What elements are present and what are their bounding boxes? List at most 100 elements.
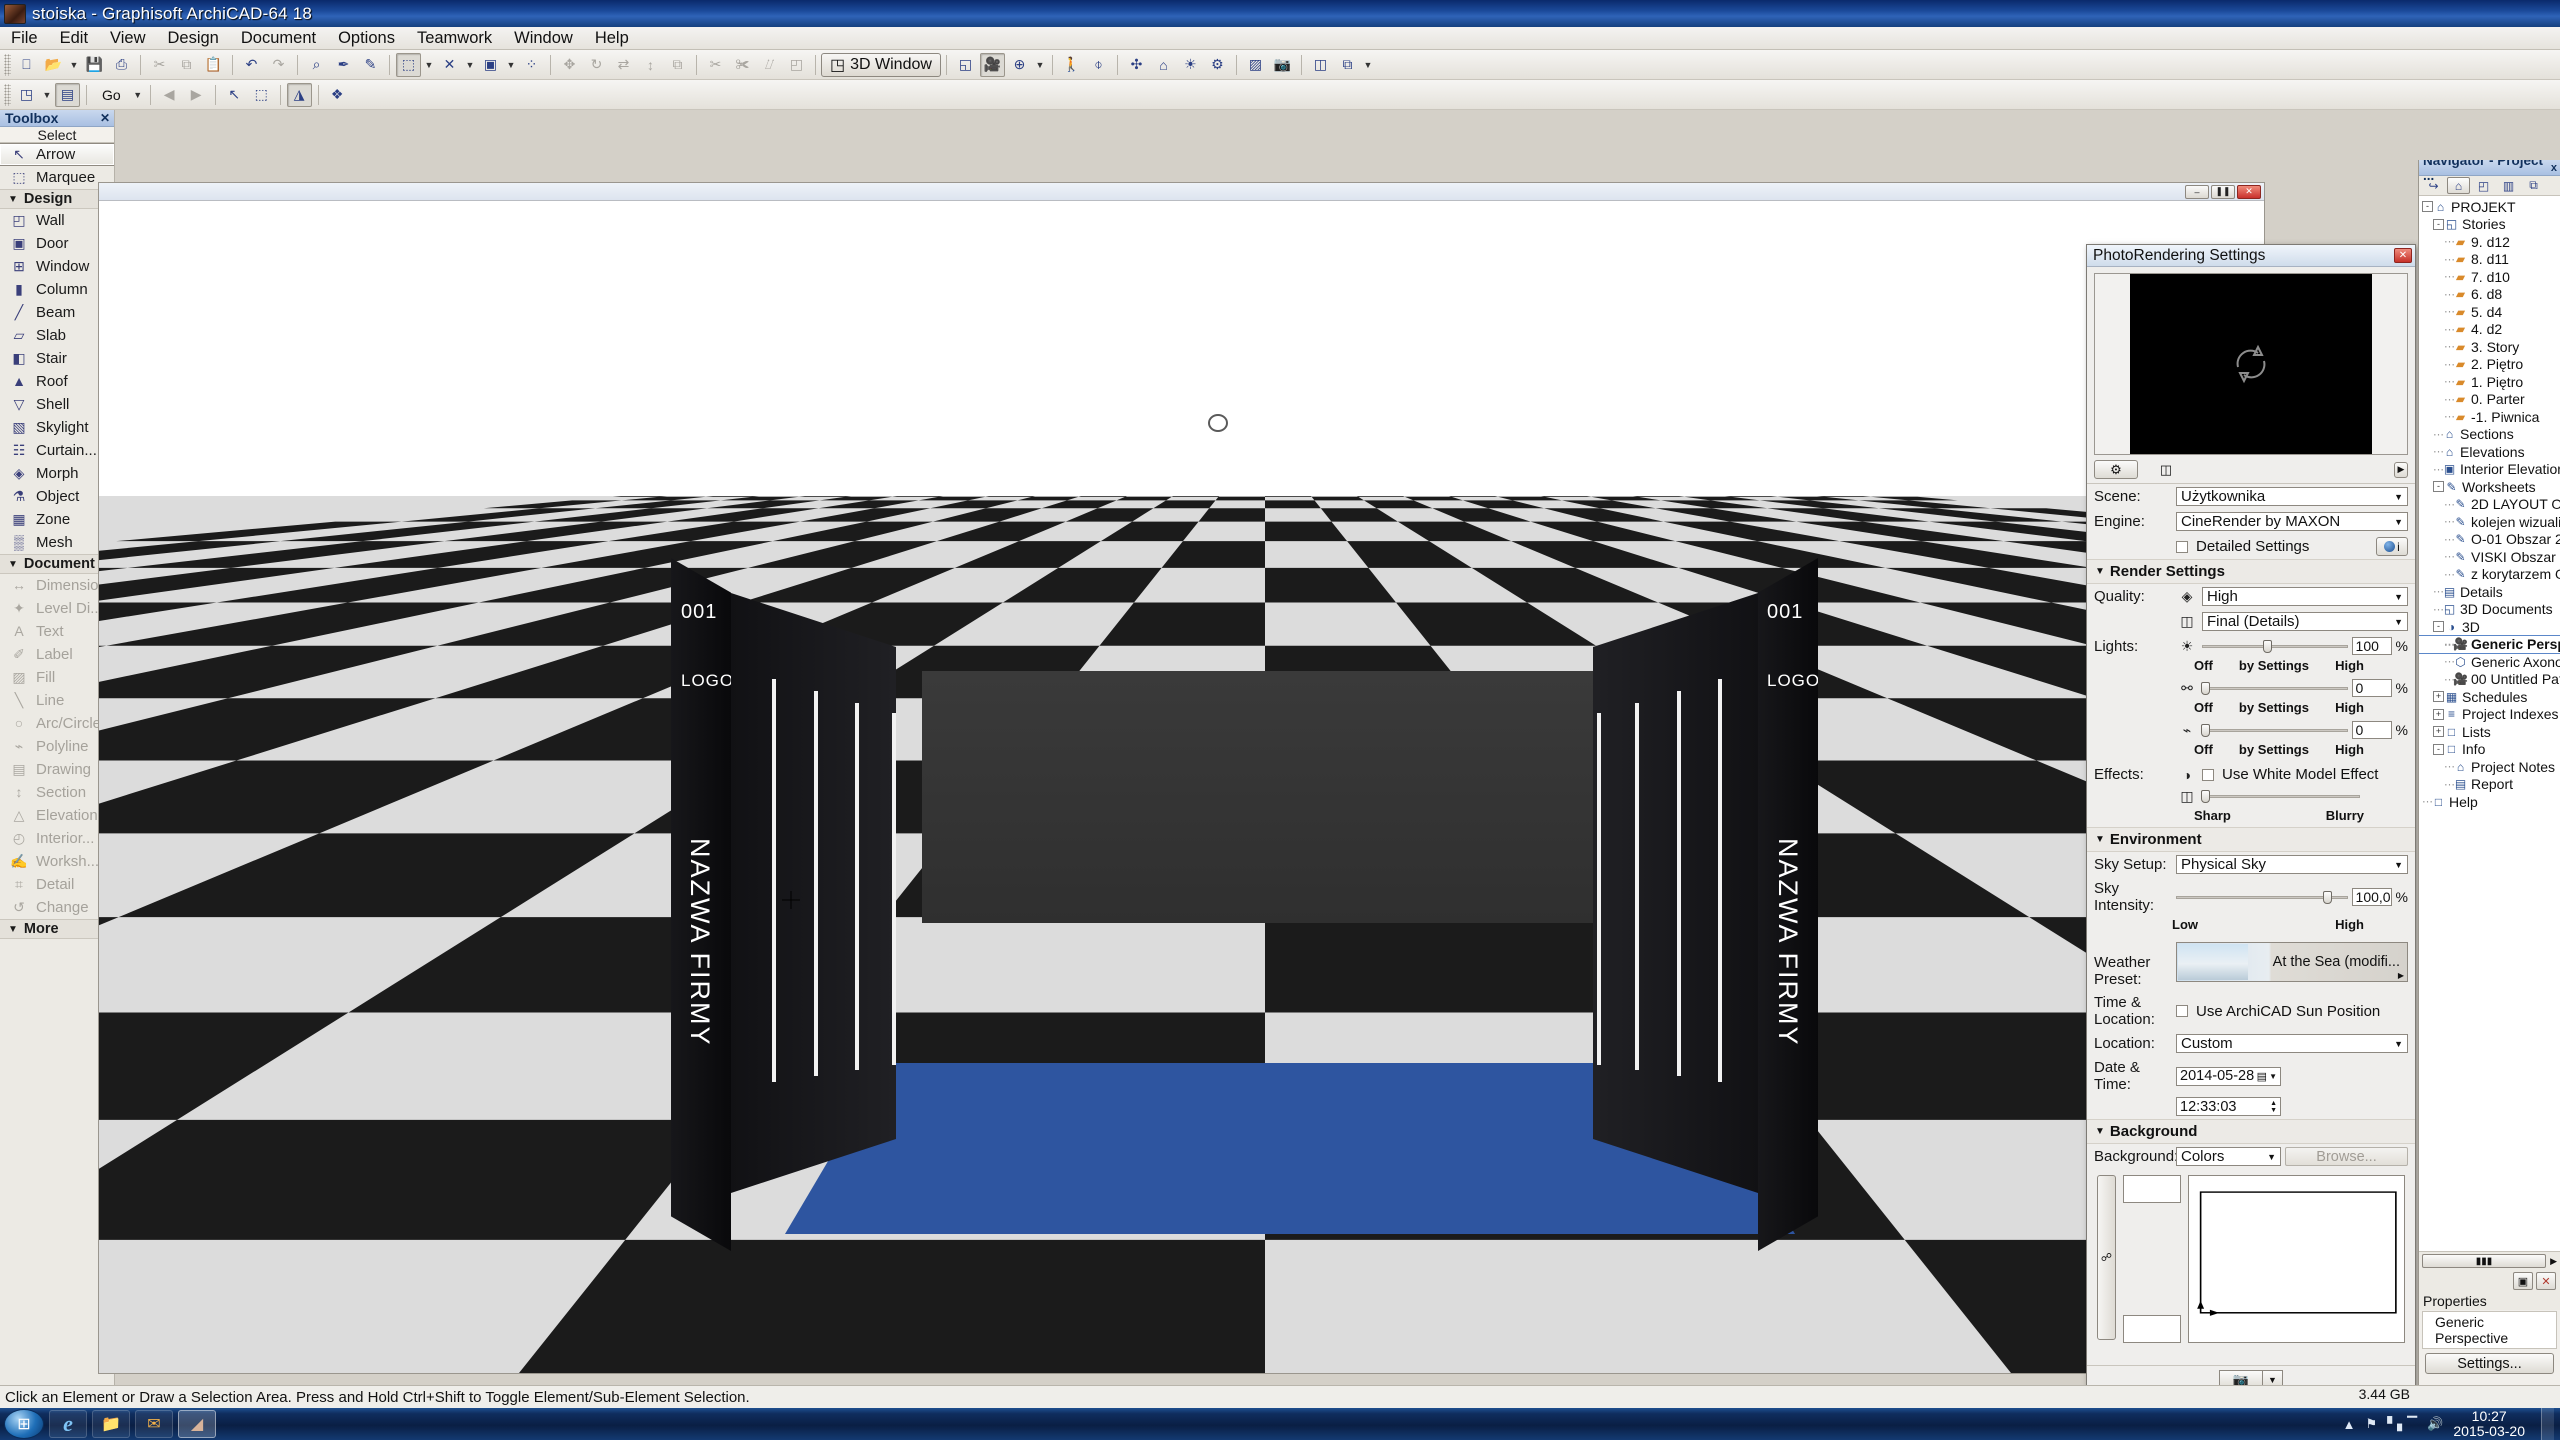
ground-color-swatch[interactable] — [2123, 1315, 2181, 1343]
slider-knob[interactable] — [2201, 790, 2211, 803]
close-icon[interactable]: ✕ — [100, 111, 110, 125]
redo[interactable]: ↷ — [266, 53, 291, 77]
tree-item-kolejen-wizualiza[interactable]: ⋯✎ kolejen wizualiza — [2419, 513, 2560, 531]
light-row-2[interactable]: ⌁ 0% — [2087, 718, 2415, 742]
minimize-window-button[interactable]: – — [2185, 184, 2209, 199]
detailed-settings-checkbox[interactable] — [2176, 540, 2188, 553]
publish-dropdown[interactable]: ▼ — [1361, 53, 1375, 77]
render-settings[interactable]: ▨ — [1243, 53, 1268, 77]
tree-item-interior-elevations[interactable]: ⋯▣ Interior Elevations — [2419, 461, 2560, 479]
snap-dropdown[interactable]: ▼ — [463, 53, 477, 77]
calendar-icon[interactable]: ▤ — [2257, 1070, 2267, 1083]
tool-wall[interactable]: ◰ Wall — [0, 209, 114, 232]
menu-item-file[interactable]: File — [0, 27, 49, 50]
light-value-0[interactable]: 100 — [2351, 637, 2392, 655]
expand-arrow-icon[interactable]: ▶ — [2398, 971, 2404, 980]
suspend-groups[interactable]: ⁘ — [519, 53, 544, 77]
menu-item-document[interactable]: Document — [230, 27, 327, 50]
chain-link-icon[interactable]: ☍ — [2097, 1175, 2116, 1340]
outlook-icon[interactable]: ✉ — [135, 1410, 173, 1438]
open-recent-dropdown[interactable]: ▼ — [67, 53, 81, 77]
save-document[interactable]: 💾 — [82, 53, 107, 77]
tree-item-6-d8[interactable]: ⋯ ▰ 6. d8 — [2419, 286, 2560, 304]
time-row[interactable]: 12:33:03 ▲ ▼ — [2087, 1096, 2415, 1119]
tree-item-details[interactable]: ⋯ ▤ Details — [2419, 583, 2560, 601]
publisher-sets-icon[interactable]: ⧉ — [2522, 177, 2545, 194]
taskbar-clock[interactable]: 10:27 2015-03-20 — [2453, 1409, 2525, 1439]
tree-item-help[interactable]: ⋯ □ Help — [2419, 793, 2560, 811]
tree-item-info[interactable]: - □ Info — [2419, 741, 2560, 759]
restore-window-button[interactable]: ❚❚ — [2211, 184, 2235, 199]
tool-door[interactable]: ▣ Door — [0, 232, 114, 255]
3d-cutaway[interactable]: ⌽ — [1086, 53, 1111, 77]
rotate-elements[interactable]: ↻ — [584, 53, 609, 77]
back-view[interactable]: ◀ — [157, 83, 182, 107]
sun-settings[interactable]: ☀ — [1178, 53, 1203, 77]
tree-item-generic-persp[interactable]: ⋯ 🎥 Generic Persp — [2419, 634, 2560, 654]
archicad-taskbar-icon[interactable]: ◢ — [178, 1410, 216, 1438]
navigator-project-tree[interactable]: - ⌂ PROJEKT - ◱ Stories ⋯ ▰ 9. d12 ⋯ ▰ 8. d11 ⋯ ▰ 7. d… — [2419, 196, 2560, 1251]
snap-points[interactable]: ✕ — [437, 53, 462, 77]
inject-parameters[interactable]: ✎ — [358, 53, 383, 77]
windows-taskbar[interactable]: ⊞ e 📁 ✉ ◢ ▲ ⚑ ▘▖▔ 🔊 10:27 2015-03-20 — [0, 1408, 2560, 1440]
sky-intensity-slider[interactable] — [2176, 890, 2348, 904]
system-tray[interactable]: ▲ ⚑ ▘▖▔ 🔊 10:27 2015-03-20 — [2343, 1408, 2560, 1440]
settings-tab[interactable]: ⚙ — [2094, 460, 2138, 479]
light-value-2[interactable]: 0 — [2351, 721, 2392, 739]
close-window-button[interactable]: ✕ — [2237, 184, 2261, 199]
tool-morph[interactable]: ◈ Morph — [0, 462, 114, 485]
tree-item-00-untitled-path[interactable]: ⋯🎥00 Untitled Path — [2419, 671, 2560, 689]
navigator-palette[interactable]: Navigator - Project ... x ↪ ⌂ ◰ ▥ ⧉ - ⌂ PROJEK… — [2418, 160, 2560, 1385]
tree-item-5-d4[interactable]: ⋯ ▰ 5. d4 — [2419, 303, 2560, 321]
tree-item-worksheets[interactable]: - ✎ Worksheets — [2419, 478, 2560, 496]
elevate-elements[interactable]: ↕ — [638, 53, 663, 77]
print-document[interactable]: ⎙ — [109, 53, 134, 77]
tool-slab[interactable]: ▱ Slab — [0, 324, 114, 347]
tree-item-report[interactable]: ⋯ ▤ Report — [2419, 776, 2560, 794]
menu-item-edit[interactable]: Edit — [49, 27, 99, 50]
tool-beam[interactable]: ╱ Beam — [0, 301, 114, 324]
paste[interactable]: 📋 — [201, 53, 226, 77]
tool-shell[interactable]: ▽ Shell — [0, 393, 114, 416]
marquee-tool[interactable]: ⬚ — [249, 83, 274, 107]
light-value-1[interactable]: 0 — [2351, 679, 2392, 697]
tree-item-project-indexes[interactable]: + ≡ Project Indexes — [2419, 706, 2560, 724]
tree-item-generic-axonom[interactable]: ⋯⬡ Generic Axonom — [2419, 653, 2560, 671]
pick-up-parameters[interactable]: ✒ — [331, 53, 356, 77]
menubar[interactable]: File Edit View Design Document Options Teamwor… — [0, 27, 2560, 50]
browse-button[interactable]: Browse... — [2285, 1147, 2408, 1166]
blur-row[interactable]: ◫ — [2087, 786, 2415, 808]
size-tab[interactable]: ◫ — [2144, 460, 2188, 479]
new-viewpoint-icon[interactable]: ▣ — [2513, 1272, 2533, 1290]
navigator-palette[interactable]: ◳ — [14, 83, 39, 107]
time-location-row[interactable]: Time & Location: Use ArchiCAD Sun Positi… — [2087, 991, 2415, 1031]
tree-item-sections[interactable]: ⋯ ⌂ Sections — [2419, 426, 2560, 444]
collapse-icon[interactable]: - — [2433, 218, 2444, 230]
quality-select[interactable]: High ▼ — [2202, 587, 2408, 606]
view-map[interactable]: ▤ — [55, 82, 80, 107]
close-icon[interactable]: ✕ — [2394, 248, 2412, 263]
tree-item-1-pi-tro[interactable]: ⋯ ▰ 1. Piętro — [2419, 373, 2560, 391]
copy[interactable]: ⧉ — [174, 53, 199, 77]
tree-item-7-d10[interactable]: ⋯ ▰ 7. d10 — [2419, 268, 2560, 286]
scene-select[interactable]: Użytkownika ▼ — [2176, 487, 2408, 506]
tool-zone[interactable]: ▦ Zone — [0, 508, 114, 531]
spinner-icon[interactable]: ▲ ▼ — [2270, 1100, 2277, 1114]
group-dropdown[interactable]: ▼ — [504, 53, 518, 77]
action-center-flag-icon[interactable]: ⚑ — [2366, 1416, 2378, 1432]
open-document[interactable]: 📂 — [41, 53, 66, 77]
tree-item-3d[interactable]: - ◑ 3D — [2419, 618, 2560, 636]
photorendering-tabrow[interactable]: ⚙ ◫ ▶ — [2087, 455, 2415, 484]
chevron-down-icon[interactable]: ▼ — [2269, 1072, 2277, 1081]
tree-item-projekt[interactable]: - ⌂ PROJEKT — [2419, 198, 2560, 216]
light-slider-1[interactable] — [2200, 681, 2348, 695]
navigator-toolbuttons[interactable]: ↪ ⌂ ◰ ▥ ⧉ — [2419, 176, 2560, 196]
sky-setup-row[interactable]: Sky Setup: Physical Sky ▼ — [2087, 852, 2415, 877]
tree-item-1-piwnica[interactable]: ⋯ ▰ -1. Piwnica — [2419, 408, 2560, 426]
view-map-icon[interactable]: ◰ — [2472, 177, 2495, 194]
background-color-area[interactable]: ☍ — [2087, 1169, 2415, 1349]
slider-knob[interactable] — [2200, 681, 2210, 695]
3d-window-button[interactable]: ◳ 3D Window — [821, 52, 941, 77]
tree-item-stories[interactable]: - ◱ Stories — [2419, 216, 2560, 234]
tree-item-z-korytarzem-ob[interactable]: ⋯✎ z korytarzem Ob — [2419, 566, 2560, 584]
